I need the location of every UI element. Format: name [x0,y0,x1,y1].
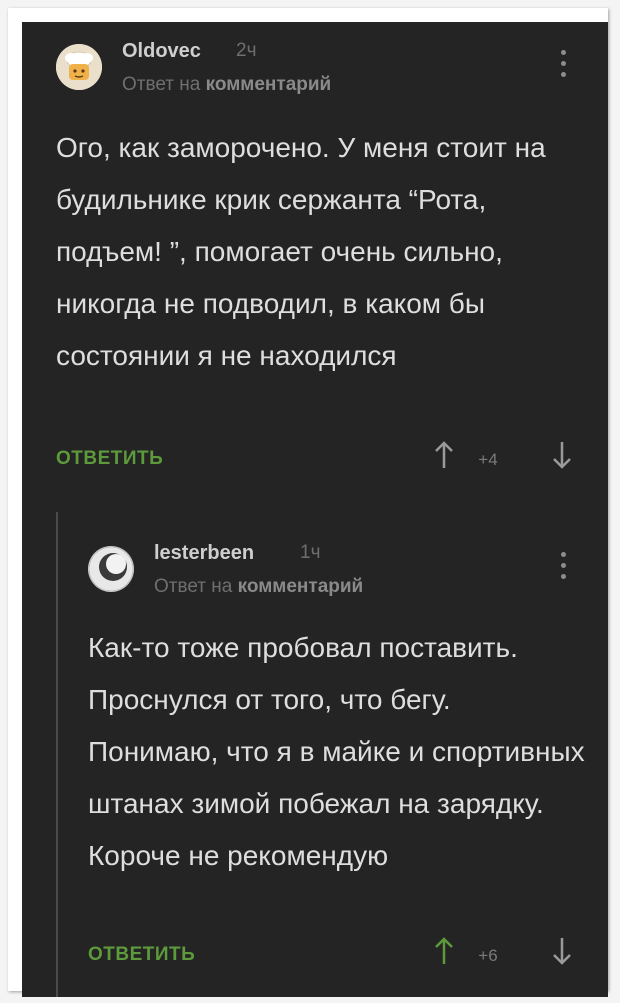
comment-author[interactable]: Oldovec [122,40,201,63]
screenshot-frame: Oldovec 2ч Ответ на комментарий Ого, как… [8,8,608,997]
reply-to-label: Ответ на комментарий [122,74,331,96]
arrow-down-icon[interactable] [550,440,574,470]
reply-to-link[interactable]: комментарий [206,74,332,95]
reply-button[interactable]: ОТВЕТИТЬ [88,944,195,966]
vote-score: +6 [478,946,498,965]
vertical-dots-icon [560,61,566,66]
default-avatar-icon [88,546,134,592]
comments-panel: Oldovec 2ч Ответ на комментарий Ого, как… [22,22,608,997]
vertical-dots-icon [560,50,566,55]
vote-score: +4 [478,450,498,469]
comment-time: 1ч [300,542,321,563]
arrow-up-icon[interactable] [432,440,456,470]
reply-to-label: Ответ на комментарий [154,576,363,598]
comment: Oldovec 2ч Ответ на комментарий Ого, как… [22,22,608,512]
vertical-dots-icon [560,552,566,557]
comment-time: 2ч [236,40,257,61]
avatar[interactable] [56,44,102,90]
more-options-button[interactable] [556,552,570,588]
comment-text: Ого, как заморочено. У меня стоит на буд… [56,132,546,371]
comment-author[interactable]: lesterbeen [154,542,254,565]
vertical-dots-icon [560,574,566,579]
more-options-button[interactable] [556,50,570,86]
vertical-dots-icon [560,563,566,568]
reply-to-prefix: Ответ на [154,576,233,597]
reply-button[interactable]: ОТВЕТИТЬ [56,448,163,470]
comment-reply: lesterbeen 1ч Ответ на комментарий Как-т… [22,512,608,997]
comment-text: Как-то тоже пробовал поставить. Проснулс… [88,632,585,871]
arrow-down-icon[interactable] [550,936,574,966]
chef-avatar-icon [56,44,102,90]
avatar[interactable] [88,546,134,592]
reply-to-prefix: Ответ на [122,74,201,95]
arrow-up-icon[interactable] [432,936,456,966]
vertical-dots-icon [560,72,566,77]
reply-to-link[interactable]: комментарий [238,576,364,597]
thread-line[interactable] [56,512,58,997]
